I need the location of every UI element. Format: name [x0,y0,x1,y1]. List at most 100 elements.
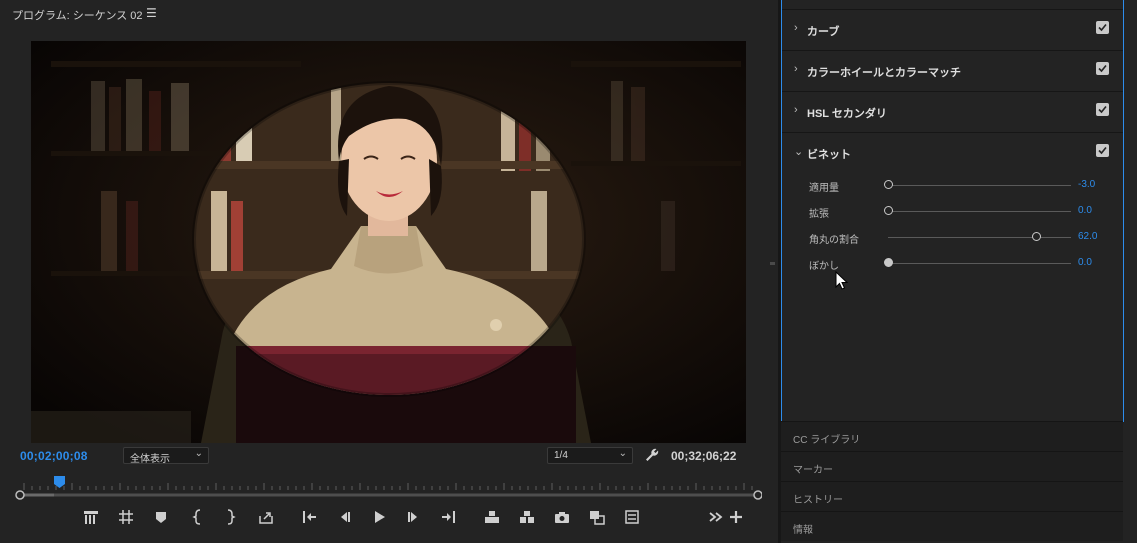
transport-controls [0,506,778,534]
panel-label: CC ライブラリ [793,435,861,446]
step-forward-icon [408,512,417,522]
mark-in-icon [192,509,201,525]
section-color-wheels[interactable]: › カラーホイールとカラーマッチ [782,50,1123,91]
slider-handle[interactable] [884,180,893,189]
slider-track[interactable] [888,263,1071,264]
param-value[interactable]: 0.0 [1078,205,1092,216]
export-button[interactable] [255,506,277,532]
slider-handle[interactable] [1032,232,1042,241]
param-label: 適用量 [809,183,839,194]
section-title: カラーホイールとカラーマッチ [807,67,961,79]
chevron-down-icon: ⌄ [618,448,627,459]
slider-handle[interactable] [884,258,893,267]
param-expansion: 拡張 0.0 [782,200,1123,226]
step-back-icon [341,512,350,522]
proxy-icon [625,510,639,524]
mark-in-button[interactable] [187,506,209,532]
param-label: ぼかし [809,261,839,272]
zoom-level-value: 全体表示 [130,454,170,465]
current-timecode[interactable]: 00;02;00;08 [20,449,88,463]
extract-button[interactable] [516,506,538,532]
wrench-icon[interactable] [644,447,660,463]
hamburger-icon[interactable]: ☰ [146,6,157,20]
video-viewer[interactable] [31,41,746,443]
section-title: HSL セカンダリ [807,108,887,120]
chevron-right-icon[interactable]: › [794,63,798,75]
enable-checkbox[interactable] [1096,144,1109,157]
safe-margins-button[interactable] [115,506,137,532]
go-to-in-icon [303,511,316,523]
panel-label: ヒストリー [793,495,843,506]
mark-out-button[interactable] [219,506,241,532]
slider-track[interactable] [888,237,1071,238]
enable-checkbox[interactable] [1096,103,1109,116]
lumetri-color-panel: › カーブ › カラーホイールとカラーマッチ › HSL セカンダリ ⌄ ビネッ… [781,0,1124,422]
mark-out-icon [227,509,236,525]
enable-checkbox[interactable] [1096,21,1109,34]
more-button[interactable] [705,506,727,532]
param-value[interactable]: -3.0 [1078,179,1095,190]
enable-checkbox[interactable] [1096,62,1109,75]
param-label: 拡張 [809,209,829,220]
chevron-right-icon[interactable]: › [794,104,798,116]
panel-label: 情報 [793,525,813,536]
param-value[interactable]: 0.0 [1078,257,1092,268]
mouse-cursor-icon [835,270,849,291]
section-curves[interactable]: › カーブ [782,9,1123,50]
section-vignette[interactable]: ⌄ ビネット [782,132,1123,173]
panel-history[interactable]: ヒストリー [781,481,1123,511]
play-button[interactable] [368,506,390,532]
marker-button[interactable] [150,506,172,532]
step-forward-button[interactable] [403,506,425,532]
monitor-title[interactable]: プログラム: シーケンス 02 [12,7,143,23]
section-title: カーブ [807,26,840,38]
playhead[interactable] [54,476,65,488]
lift-button[interactable] [481,506,503,532]
video-frame [31,41,746,443]
go-to-out-button[interactable] [438,506,460,532]
playback-resolution-value: 1/4 [554,450,568,461]
export-frame-button[interactable] [551,506,573,532]
chevron-right-icon[interactable]: › [794,22,798,34]
step-back-button[interactable] [333,506,355,532]
section-hsl-secondary[interactable]: › HSL セカンダリ [782,91,1123,132]
lift-icon [485,511,499,523]
export-icon [259,512,273,524]
duration-timecode: 00;32;06;22 [671,449,737,463]
play-icon [375,511,385,523]
chevron-down-icon: ⌄ [194,448,203,459]
add-marker-button[interactable] [80,506,102,532]
marker-icon [156,512,166,523]
comparison-view-button[interactable] [586,506,608,532]
go-to-in-button[interactable] [298,506,320,532]
param-value[interactable]: 62.0 [1078,231,1097,242]
chevron-down-icon[interactable]: ⌄ [794,145,803,158]
compare-icon [590,511,605,525]
param-label: 角丸の割合 [809,235,859,246]
monitor-header: プログラム: シーケンス 02 ☰ [0,0,778,28]
slider-track[interactable] [888,185,1071,186]
slider-handle[interactable] [884,206,893,215]
proxy-toggle-button[interactable] [621,506,643,532]
param-amount: 適用量 -3.0 [782,174,1123,200]
resize-grip[interactable] [770,262,775,265]
program-monitor: プログラム: シーケンス 02 ☰ 00;02;00;08 全体表示 ⌄ 1/4… [0,0,778,543]
zoom-level-select[interactable]: 全体表示 ⌄ [123,447,209,465]
camera-icon [555,512,569,523]
go-to-out-icon [442,511,455,523]
panel-markers[interactable]: マーカー [781,451,1123,481]
param-roundness: 角丸の割合 62.0 [782,226,1123,252]
grid-icon [119,510,133,524]
section-title: ビネット [807,149,851,161]
double-chevron-icon [709,512,723,522]
playback-resolution-select[interactable]: 1/4 ⌄ [547,447,633,464]
panel-info[interactable]: 情報 [781,511,1123,541]
plus-icon [730,511,742,523]
time-ruler[interactable] [14,474,763,504]
panel-label: マーカー [793,465,833,476]
extract-icon [520,511,534,523]
param-feather: ぼかし 0.0 [782,252,1123,278]
panel-cc-libraries[interactable]: CC ライブラリ [781,421,1123,451]
slider-track[interactable] [888,211,1071,212]
button-editor-button[interactable] [725,506,747,532]
